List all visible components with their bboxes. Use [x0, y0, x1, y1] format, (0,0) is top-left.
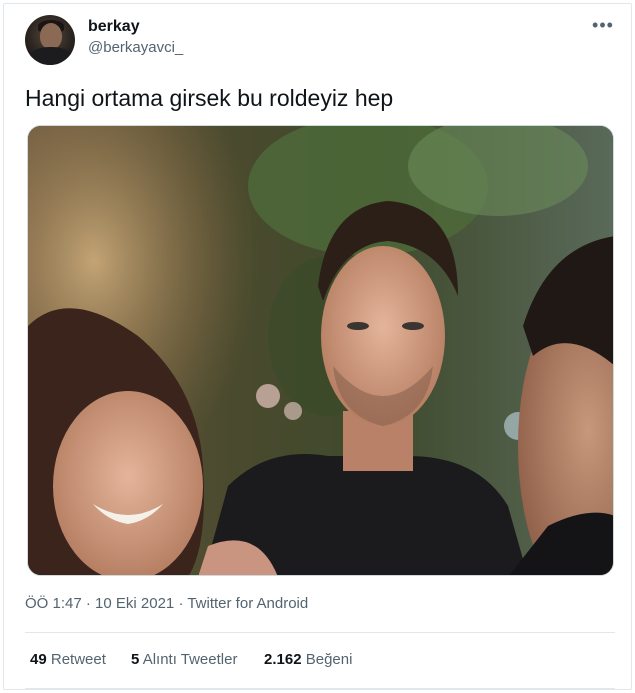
tweet-image[interactable] [27, 125, 614, 576]
likes-stat[interactable]: 2.162 Beğeni [264, 651, 352, 668]
meta-separator: · [174, 595, 188, 612]
display-name[interactable]: berkay [88, 18, 140, 36]
tweet-time[interactable]: ÖÖ 1:47 [25, 595, 82, 612]
more-icon[interactable]: ••• [590, 16, 616, 38]
divider [25, 632, 615, 633]
retweet-count: 49 [30, 651, 47, 668]
tweet-meta: ÖÖ 1:47 · 10 Eki 2021 · Twitter for Andr… [25, 595, 308, 612]
tweet-text: Hangi ortama girsek bu roldeyiz hep [25, 85, 394, 111]
user-handle[interactable]: @berkayavci_ [88, 39, 183, 56]
retweet-label: Retweet [50, 651, 106, 668]
avatar[interactable] [25, 15, 75, 65]
like-count: 2.162 [264, 651, 302, 668]
quote-count: 5 [131, 651, 140, 668]
tweet-source[interactable]: Twitter for Android [187, 595, 308, 612]
quotes-stat[interactable]: 5 Alıntı Tweetler [131, 651, 237, 668]
divider [25, 688, 615, 689]
meta-separator: · [81, 595, 96, 612]
retweets-stat[interactable]: 49 Retweet [30, 651, 106, 668]
tweet-date[interactable]: 10 Eki 2021 [95, 595, 174, 612]
quote-label: Alıntı Tweetler [142, 651, 238, 668]
like-label: Beğeni [305, 651, 353, 668]
